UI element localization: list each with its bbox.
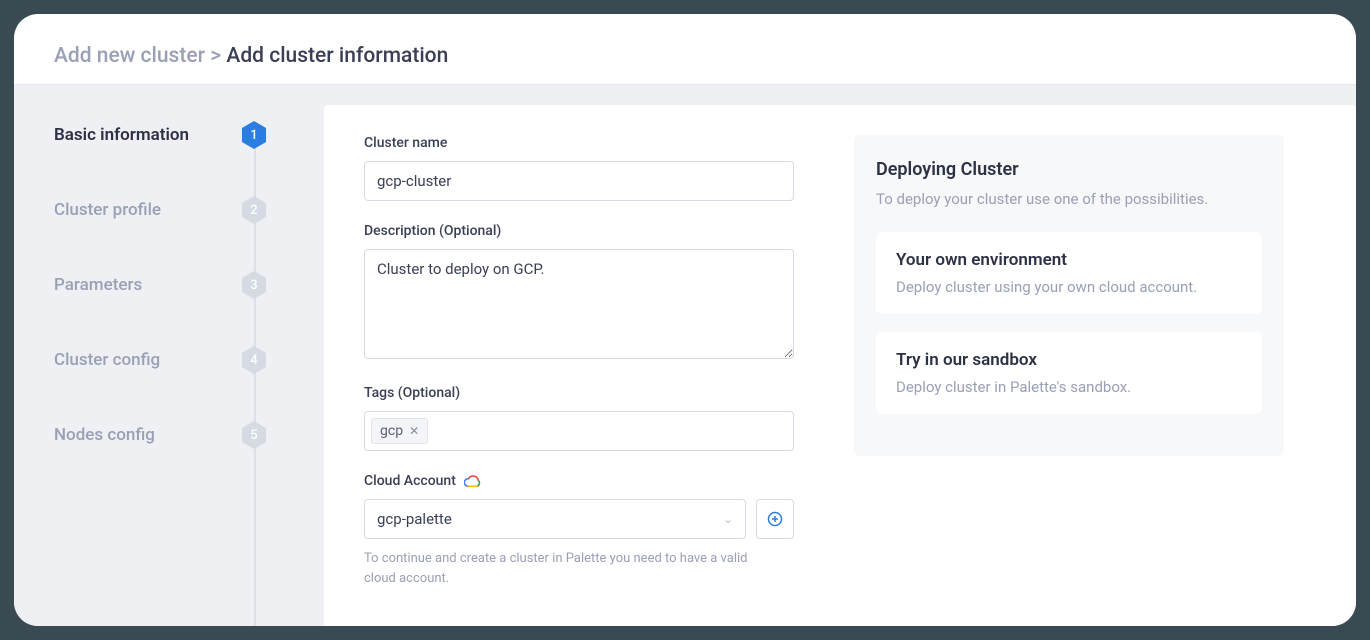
add-cloud-account-button[interactable] bbox=[756, 499, 794, 539]
tags-label: Tags (Optional) bbox=[364, 385, 794, 401]
deploy-option-desc: Deploy cluster in Palette's sandbox. bbox=[896, 378, 1242, 396]
deploy-option-sandbox[interactable]: Try in our sandbox Deploy cluster in Pal… bbox=[876, 332, 1262, 414]
form-column: Cluster name Description (Optional) Clus… bbox=[364, 135, 794, 596]
tag-text: gcp bbox=[380, 423, 403, 439]
step-number-badge: 3 bbox=[240, 271, 268, 299]
step-label: Basic information bbox=[54, 125, 189, 145]
app-window: Add new cluster > Add cluster informatio… bbox=[14, 14, 1356, 626]
cluster-name-label: Cluster name bbox=[364, 135, 794, 151]
deploy-subtitle: To deploy your cluster use one of the po… bbox=[876, 190, 1262, 208]
tag-chip: gcp ✕ bbox=[371, 418, 428, 444]
deploy-option-own-environment[interactable]: Your own environment Deploy cluster usin… bbox=[876, 232, 1262, 314]
description-textarea[interactable]: Cluster to deploy on GCP. bbox=[364, 249, 794, 359]
description-label: Description (Optional) bbox=[364, 223, 794, 239]
content-panel: Cluster name Description (Optional) Clus… bbox=[324, 105, 1356, 626]
breadcrumb-parent[interactable]: Add new cluster bbox=[54, 44, 205, 68]
breadcrumb: Add new cluster > Add cluster informatio… bbox=[54, 44, 1316, 68]
step-label: Parameters bbox=[54, 275, 142, 295]
breadcrumb-sep: > bbox=[210, 44, 221, 68]
header: Add new cluster > Add cluster informatio… bbox=[14, 14, 1356, 85]
step-nodes-config[interactable]: Nodes config 5 bbox=[54, 425, 284, 445]
cloud-account-value: gcp-palette bbox=[377, 510, 452, 528]
step-cluster-config[interactable]: Cluster config 4 bbox=[54, 350, 284, 370]
cloud-icon bbox=[464, 474, 482, 488]
step-number-badge: 2 bbox=[240, 196, 268, 224]
step-label: Cluster config bbox=[54, 350, 160, 370]
deploy-option-desc: Deploy cluster using your own cloud acco… bbox=[896, 278, 1242, 296]
cluster-name-input[interactable] bbox=[364, 161, 794, 201]
step-label: Nodes config bbox=[54, 425, 155, 445]
close-icon[interactable]: ✕ bbox=[409, 424, 419, 438]
deploy-title: Deploying Cluster bbox=[876, 159, 1262, 180]
deploy-column: Deploying Cluster To deploy your cluster… bbox=[854, 135, 1284, 596]
step-number-badge: 5 bbox=[240, 421, 268, 449]
step-parameters[interactable]: Parameters 3 bbox=[54, 275, 284, 295]
breadcrumb-current: Add cluster information bbox=[226, 44, 448, 68]
deploy-option-title: Your own environment bbox=[896, 250, 1242, 270]
tags-input[interactable]: gcp ✕ bbox=[364, 411, 794, 451]
step-number-badge: 1 bbox=[240, 121, 268, 149]
cloud-account-label-text: Cloud Account bbox=[364, 473, 456, 489]
cloud-account-select[interactable]: gcp-palette ⌄ bbox=[364, 499, 746, 539]
step-number-badge: 4 bbox=[240, 346, 268, 374]
cloud-account-hint: To continue and create a cluster in Pale… bbox=[364, 549, 764, 588]
cloud-account-row: gcp-palette ⌄ bbox=[364, 499, 794, 539]
cloud-account-label: Cloud Account bbox=[364, 473, 794, 489]
plus-circle-icon bbox=[767, 511, 783, 527]
deploy-option-title: Try in our sandbox bbox=[896, 350, 1242, 370]
deploy-panel: Deploying Cluster To deploy your cluster… bbox=[854, 135, 1284, 456]
step-label: Cluster profile bbox=[54, 200, 161, 220]
step-cluster-profile[interactable]: Cluster profile 2 bbox=[54, 200, 284, 220]
step-basic-information[interactable]: Basic information 1 bbox=[54, 125, 284, 145]
chevron-down-icon: ⌄ bbox=[723, 512, 733, 526]
body: Basic information 1 Cluster profile 2 Pa… bbox=[14, 85, 1356, 626]
wizard-steps: Basic information 1 Cluster profile 2 Pa… bbox=[14, 85, 284, 626]
